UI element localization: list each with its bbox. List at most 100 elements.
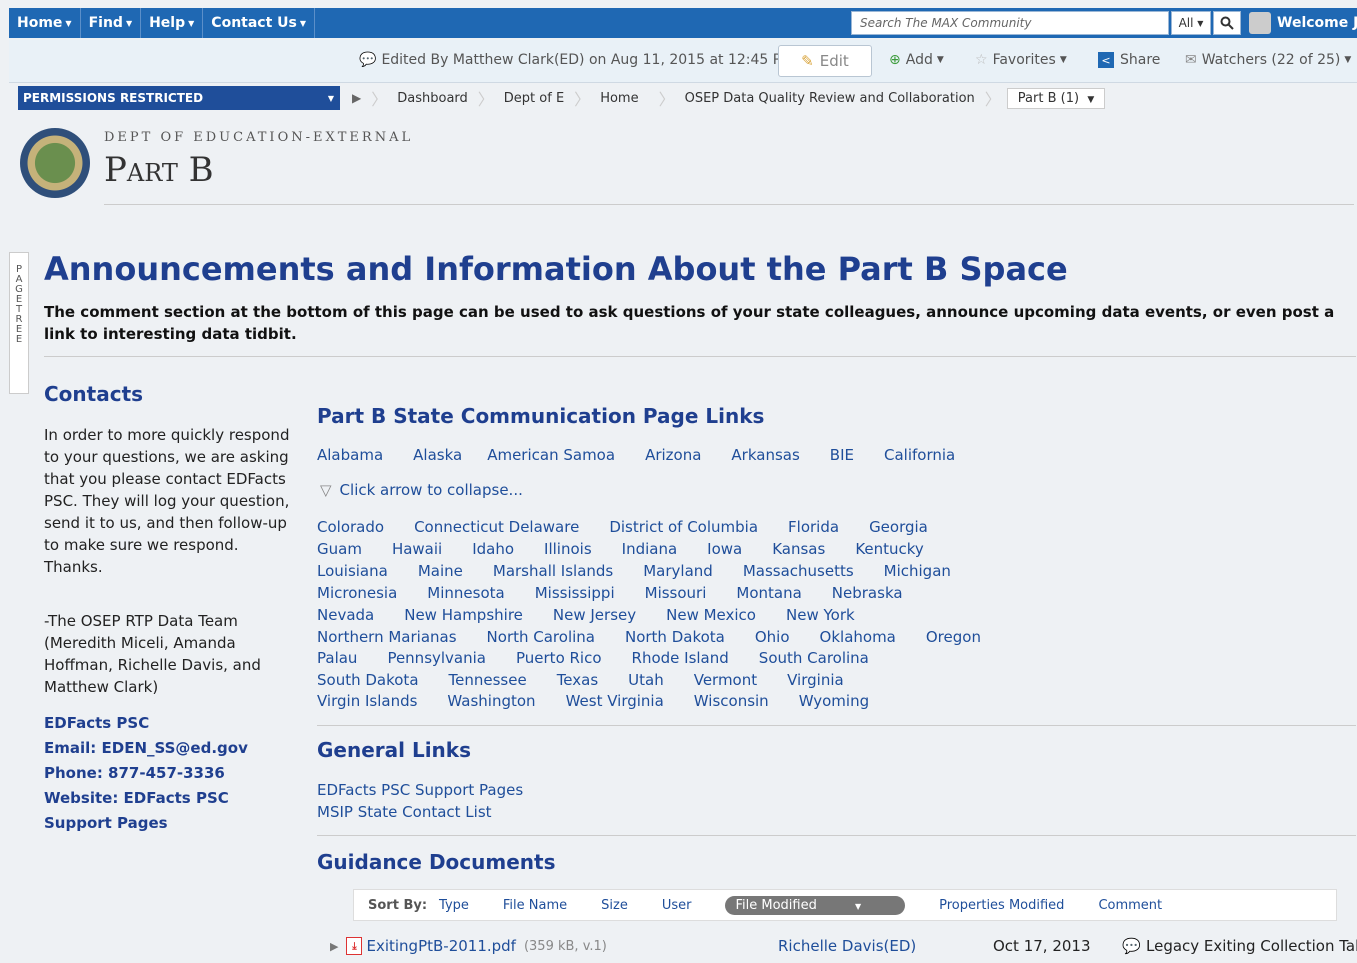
state-link[interactable]: New York (786, 606, 855, 624)
edited-by-menu[interactable]: 💬 Edited By Matthew Clark(ED) on Aug 11, … (359, 52, 805, 68)
state-link[interactable]: Maine (418, 562, 463, 580)
state-link[interactable]: Hawaii (392, 540, 442, 558)
state-link[interactable]: American Samoa (487, 446, 615, 464)
state-link[interactable]: Micronesia (317, 584, 397, 602)
sort-size[interactable]: Size (601, 898, 628, 913)
state-link[interactable]: Wisconsin (694, 692, 769, 710)
sort-file-modified[interactable]: File Modified ▼ (725, 895, 906, 915)
state-link[interactable]: Guam (317, 540, 362, 558)
state-link[interactable]: Iowa (707, 540, 742, 558)
file-name-link[interactable]: ExitingPtB-2011.pdf (366, 937, 516, 955)
sort-user[interactable]: User (662, 898, 692, 913)
state-link[interactable]: New Jersey (553, 606, 636, 624)
state-link[interactable]: New Hampshire (404, 606, 523, 624)
state-link[interactable]: Alabama (317, 446, 383, 464)
state-link[interactable]: Missouri (645, 584, 707, 602)
search-input[interactable]: Search The MAX Community (851, 11, 1169, 35)
state-link[interactable]: Maryland (643, 562, 713, 580)
sort-file-name[interactable]: File Name (503, 898, 567, 913)
share-button[interactable]: < Share (1098, 52, 1160, 68)
state-link[interactable]: Washington (447, 692, 535, 710)
state-link[interactable]: Northern Marianas (317, 628, 457, 646)
search-scope-select[interactable]: All ▼ (1171, 11, 1211, 35)
caret-down-icon: ▼ (188, 18, 195, 28)
sort-comment[interactable]: Comment (1098, 898, 1162, 913)
state-row: Nevada New Hampshire New Jersey New Mexico N… (317, 606, 885, 624)
collapse-toggle[interactable]: ▽ Click arrow to collapse... (320, 481, 523, 499)
state-link[interactable]: Michigan (884, 562, 951, 580)
state-link[interactable]: Tennessee (449, 671, 527, 689)
file-user-link[interactable]: Richelle Davis(ED) (778, 937, 916, 955)
state-link[interactable]: Alaska (413, 446, 462, 464)
nav-contact-us[interactable]: Contact Us ▼ (203, 8, 316, 38)
state-link[interactable]: Oklahoma (820, 628, 896, 646)
state-link[interactable]: Florida (788, 518, 839, 536)
permissions-select[interactable]: PERMISSIONS RESTRICTED ▼ (18, 86, 340, 110)
state-link[interactable]: California (884, 446, 955, 464)
general-link-msip[interactable]: MSIP State Contact List (317, 803, 492, 821)
state-link[interactable]: Oregon (926, 628, 981, 646)
state-link[interactable]: Utah (628, 671, 664, 689)
crumb-current[interactable]: Part B (1) ▼ (1006, 87, 1106, 109)
edit-button[interactable]: ✎ Edit (778, 45, 872, 77)
edfacts-website-link[interactable]: Website: EDFacts PSC Support Pages (44, 786, 300, 836)
state-link[interactable]: North Carolina (487, 628, 595, 646)
state-link[interactable]: South Carolina (759, 649, 869, 667)
state-link[interactable]: North Dakota (625, 628, 725, 646)
page-tree-toggle[interactable]: PAGE TREE (9, 252, 29, 394)
state-link[interactable]: Minnesota (427, 584, 504, 602)
state-link[interactable]: Georgia (869, 518, 928, 536)
crumb-dept[interactable]: Dept of E (494, 91, 574, 106)
search-button[interactable] (1213, 11, 1241, 35)
state-link[interactable]: Pennsylvania (387, 649, 486, 667)
state-link[interactable]: Vermont (694, 671, 757, 689)
state-link[interactable]: Arizona (645, 446, 701, 464)
general-link-edfacts[interactable]: EDFacts PSC Support Pages (317, 781, 523, 799)
state-link[interactable]: District of Columbia (609, 518, 758, 536)
crumb-home[interactable]: Home (590, 91, 658, 106)
user-menu[interactable]: Welcome J (1249, 8, 1357, 38)
state-link[interactable]: South Dakota (317, 671, 419, 689)
state-link[interactable]: Nevada (317, 606, 374, 624)
favorites-menu[interactable]: ☆ Favorites ▼ (975, 52, 1067, 68)
state-link[interactable]: Marshall Islands (493, 562, 613, 580)
expand-arrow-icon[interactable]: ▶ (352, 91, 371, 105)
state-link[interactable]: Colorado (317, 518, 384, 536)
state-link[interactable]: Palau (317, 649, 357, 667)
state-link[interactable]: Rhode Island (632, 649, 729, 667)
state-link[interactable]: Connecticut Delaware (414, 518, 579, 536)
state-link[interactable]: Illinois (544, 540, 592, 558)
watchers-menu[interactable]: ✉ Watchers (22 of 25) ▼ (1185, 52, 1351, 68)
state-link[interactable]: Virginia (787, 671, 844, 689)
state-link[interactable]: Nebraska (832, 584, 903, 602)
caret-down-icon: ▼ (1059, 55, 1067, 65)
nav-find[interactable]: Find ▼ (81, 8, 142, 38)
state-link[interactable]: Kansas (772, 540, 825, 558)
crumb-osep[interactable]: OSEP Data Quality Review and Collaborati… (675, 91, 985, 106)
state-link[interactable]: Texas (557, 671, 598, 689)
state-link[interactable]: Wyoming (799, 692, 869, 710)
sort-properties-modified[interactable]: Properties Modified (939, 898, 1064, 913)
state-link[interactable]: Massachusetts (743, 562, 854, 580)
state-link[interactable]: Idaho (472, 540, 514, 558)
state-link[interactable]: BIE (830, 446, 854, 464)
state-link[interactable]: West Virginia (566, 692, 664, 710)
nav-help[interactable]: Help ▼ (141, 8, 204, 38)
state-link[interactable]: Louisiana (317, 562, 388, 580)
expand-arrow-icon[interactable]: ▶ (330, 940, 338, 953)
add-menu[interactable]: ⊕ Add ▼ (889, 52, 944, 68)
nav-home[interactable]: Home ▼ (9, 8, 81, 38)
state-link[interactable]: Puerto Rico (516, 649, 602, 667)
state-link[interactable]: Mississippi (535, 584, 615, 602)
state-link[interactable]: Montana (736, 584, 801, 602)
share-label: Share (1120, 52, 1161, 68)
state-link[interactable]: New Mexico (666, 606, 756, 624)
crumb-dashboard[interactable]: Dashboard (387, 91, 478, 106)
sort-type[interactable]: Type (439, 898, 469, 913)
state-link[interactable]: Indiana (622, 540, 678, 558)
edfacts-email-link[interactable]: Email: EDEN_SS@ed.gov (44, 736, 300, 761)
state-link[interactable]: Arkansas (731, 446, 799, 464)
state-link[interactable]: Kentucky (855, 540, 924, 558)
state-link[interactable]: Virgin Islands (317, 692, 417, 710)
state-link[interactable]: Ohio (755, 628, 790, 646)
